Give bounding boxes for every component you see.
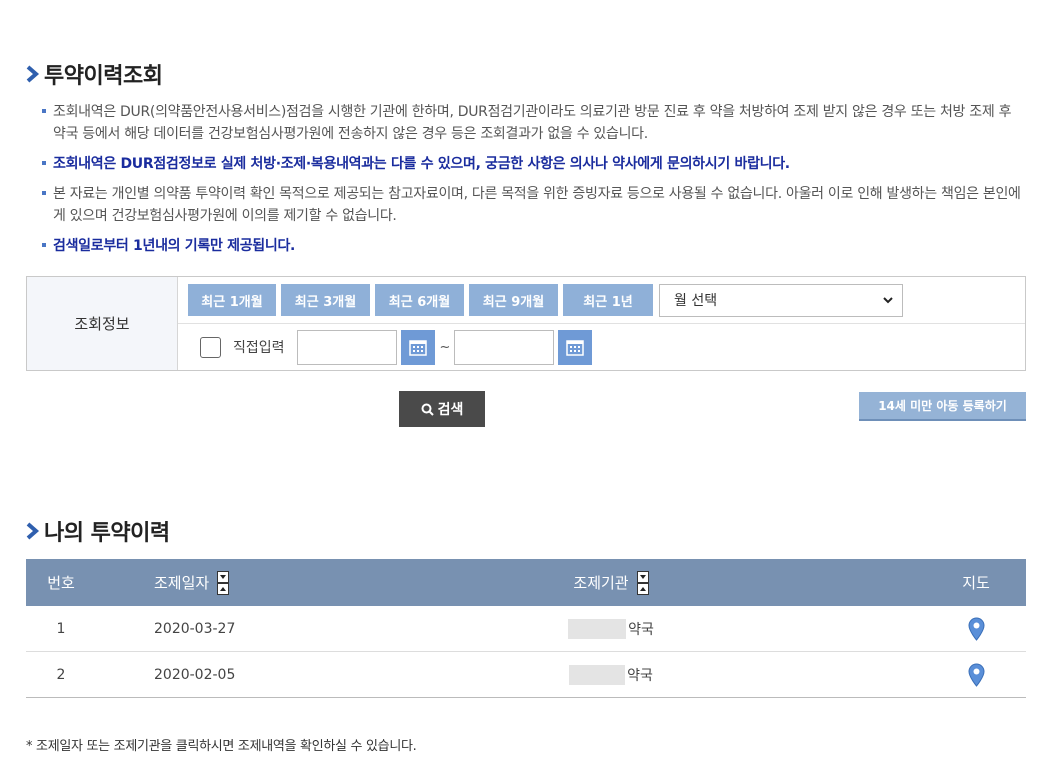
chevron-right-icon	[26, 65, 40, 83]
section-title-my-history: 나의 투약이력	[26, 515, 170, 547]
month-select[interactable]: 월 선택	[659, 283, 903, 317]
notice-list: 조회내역은 DUR(의약품안전사용서비스)점검을 시행한 기관에 한하며, DU…	[42, 101, 1026, 265]
section-heading: 나의 투약이력	[44, 521, 170, 546]
chevron-down-icon	[883, 296, 893, 303]
page-title: 투약이력조회	[44, 64, 163, 89]
header-map: 지도	[962, 574, 990, 592]
table-header: 번호 조제일자 조제기관 지도	[26, 559, 1026, 606]
header-no: 번호	[47, 574, 75, 592]
footnote: * 조제일자 또는 조제기관을 클릭하시면 조제내역을 확인하실 수 있습니다.	[26, 739, 417, 754]
calendar-icon	[566, 339, 585, 356]
period-9month-button[interactable]: 최근 9개월	[469, 284, 558, 316]
drug-history-table: 번호 조제일자 조제기관 지도 1 2020-03-27 약국 2 2020-0…	[26, 559, 1026, 698]
row-no: 1	[56, 620, 66, 637]
section-title-drug-history-inquiry: 투약이력조회	[26, 58, 163, 90]
end-date-input[interactable]	[454, 329, 555, 365]
period-row: 최근 1개월 최근 3개월 최근 6개월 최근 9개월 최근 1년 월 선택	[178, 277, 1025, 324]
table-row: 2 2020-02-05 약국	[26, 652, 1026, 698]
direct-input-checkbox[interactable]	[200, 336, 221, 358]
map-pin-button[interactable]	[926, 662, 1026, 687]
period-1month-button[interactable]: 최근 1개월	[188, 284, 276, 316]
sort-icon[interactable]	[636, 570, 649, 595]
map-pin-icon	[967, 662, 985, 687]
period-3month-button[interactable]: 최근 3개월	[281, 284, 370, 316]
redacted-name	[568, 618, 627, 639]
chevron-right-icon	[26, 522, 40, 540]
notice-item: 조회내역은 DUR(의약품안전사용서비스)점검을 시행한 기관에 한하며, DU…	[42, 101, 1026, 145]
notice-item: 본 자료는 개인별 의약품 투약이력 확인 목적으로 제공되는 참고자료이며, …	[42, 183, 1026, 227]
row-institution-label: 약국	[628, 621, 654, 638]
start-date-calendar-button[interactable]	[400, 329, 435, 365]
row-institution-label: 약국	[627, 667, 653, 684]
search-icon	[421, 403, 434, 416]
header-date-label: 조제일자	[154, 574, 210, 592]
start-date-input[interactable]	[296, 329, 397, 365]
period-6month-button[interactable]: 최근 6개월	[375, 284, 464, 316]
end-date-calendar-button[interactable]	[558, 329, 593, 365]
map-pin-button[interactable]	[926, 616, 1026, 641]
row-institution-link[interactable]: 약국	[296, 618, 926, 639]
row-date-link[interactable]: 2020-03-27	[96, 621, 296, 637]
search-button-label: 검색	[437, 402, 464, 418]
search-label: 조회정보	[27, 277, 178, 370]
search-form: 조회정보 최근 1개월 최근 3개월 최근 6개월 최근 9개월 최근 1년 월…	[26, 276, 1026, 371]
direct-input-row: 직접입력 ~	[178, 324, 1025, 370]
sort-icon[interactable]	[217, 570, 230, 595]
table-row: 1 2020-03-27 약국	[26, 606, 1026, 652]
redacted-name	[569, 664, 626, 685]
notice-item-emphasis: 검색일로부터 1년내의 기록만 제공됩니다.	[42, 235, 1026, 257]
map-pin-icon	[967, 616, 985, 641]
search-button[interactable]: 검색	[399, 391, 485, 427]
period-1year-button[interactable]: 최근 1년	[563, 284, 653, 316]
calendar-icon	[408, 339, 427, 356]
month-select-value: 월 선택	[674, 293, 718, 309]
date-range-separator: ~	[439, 339, 451, 355]
row-date-link[interactable]: 2020-02-05	[96, 667, 296, 683]
notice-item-emphasis: 조회내역은 DUR점검정보로 실제 처방·조제·복용내역과는 다를 수 있으며,…	[42, 153, 1026, 175]
header-institution-label: 조제기관	[573, 574, 629, 592]
direct-input-label: 직접입력	[233, 340, 285, 356]
register-child-button[interactable]: 14세 미만 아동 등록하기	[859, 392, 1026, 421]
header-institution[interactable]: 조제기관	[296, 570, 926, 595]
header-date[interactable]: 조제일자	[96, 570, 296, 595]
row-institution-link[interactable]: 약국	[296, 664, 926, 685]
row-no: 2	[56, 666, 66, 683]
